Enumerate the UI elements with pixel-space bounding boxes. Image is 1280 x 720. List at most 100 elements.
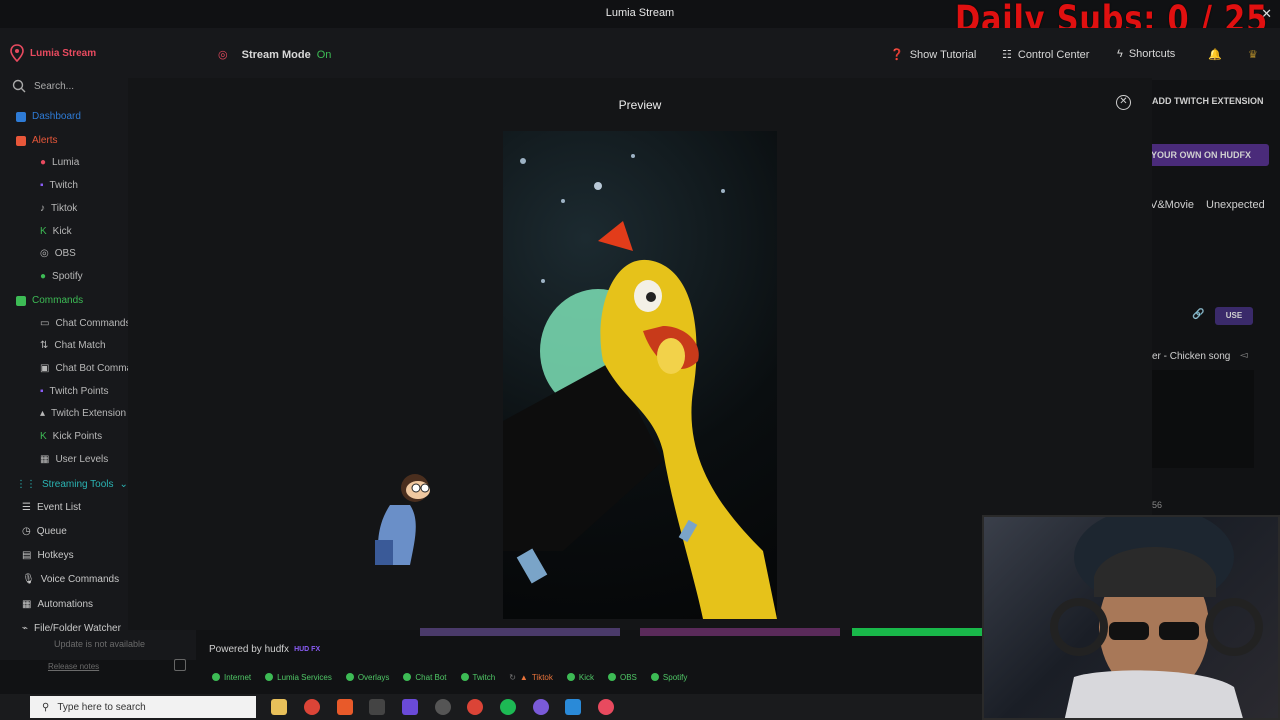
status-lumia-services: Lumia Services: [265, 673, 332, 682]
check-icon: [608, 673, 616, 681]
modal-close-icon[interactable]: ✕: [1116, 95, 1131, 110]
twitch-icon: ▪: [40, 386, 44, 397]
sidebar-item-chat-commands[interactable]: ▭ Chat Commands: [40, 318, 130, 329]
count-label: 56: [1152, 500, 1163, 510]
your-own-hudfx-button[interactable]: YOUR OWN ON HUDFX: [1145, 144, 1269, 166]
check-icon: [460, 673, 469, 681]
sidebar-item-dashboard[interactable]: Dashboard: [16, 111, 81, 122]
bell-icon[interactable]: 🔔: [1208, 48, 1222, 61]
dashboard-icon: [16, 111, 26, 122]
check-icon: [345, 673, 354, 681]
brand-name: Lumia Stream: [30, 47, 97, 59]
commands-icon: [16, 295, 26, 306]
thumbnail-strip: [852, 628, 982, 636]
twitch-icon: ▪: [40, 180, 44, 191]
taskbar-search[interactable]: ⚲ Type here to search: [30, 696, 256, 718]
sidebar-item-tiktok[interactable]: ♪ Tiktok: [40, 203, 77, 214]
search-icon: [12, 79, 26, 93]
match-icon: ⇅: [40, 340, 49, 351]
check-icon: [403, 673, 412, 681]
shortcuts-button[interactable]: ϟ Shortcuts: [1117, 48, 1175, 60]
lumia-taskbar-icon[interactable]: [598, 699, 614, 715]
app-icon[interactable]: [435, 699, 451, 715]
sidebar-item-streaming-tools[interactable]: ⋮⋮ Streaming Tools ⌄: [16, 479, 128, 490]
warning-icon: ▲: [519, 672, 528, 682]
sidebar-item-commands[interactable]: Commands: [16, 295, 83, 306]
help-icon: ❓: [890, 49, 904, 61]
crown-icon[interactable]: ♛: [1248, 48, 1258, 61]
app-icon[interactable]: [337, 699, 353, 715]
hotkeys-icon: ▤: [22, 550, 32, 561]
sidebar-item-alerts[interactable]: Alerts: [16, 135, 58, 146]
cartoon-character-sticker: [370, 470, 440, 575]
stream-mode-value: On: [316, 48, 332, 61]
spotify-icon: ●: [40, 271, 47, 282]
windows-taskbar: ⚲ Type here to search: [0, 694, 982, 720]
search-icon: ⚲: [42, 701, 50, 713]
search-placeholder: Search...: [34, 80, 75, 92]
chrome-icon[interactable]: [304, 699, 320, 715]
status-spotify: Spotify: [650, 673, 687, 682]
tools-icon: ⋮⋮: [16, 479, 36, 490]
use-button[interactable]: USE: [1215, 307, 1253, 325]
spotify-icon[interactable]: [500, 699, 516, 715]
release-notes-link[interactable]: Release notes: [48, 662, 99, 671]
sliders-icon: ☷: [1002, 49, 1012, 61]
sidebar-item-spotify[interactable]: ● Spotify: [40, 271, 83, 282]
sound-preview-tile[interactable]: [1152, 370, 1254, 468]
obs-icon: ◎: [40, 248, 49, 259]
status-obs: OBS: [608, 673, 637, 682]
alert-icon: [16, 135, 26, 146]
app-icon[interactable]: [402, 699, 418, 715]
sidebar-item-chat-match[interactable]: ⇅ Chat Match: [40, 340, 106, 351]
bot-icon: ▣: [40, 363, 50, 374]
status-twitch: Twitch: [460, 673, 495, 682]
sidebar-item-hotkeys[interactable]: ▤ Hotkeys: [22, 550, 74, 561]
levels-icon: ▦: [40, 454, 50, 465]
app-icon[interactable]: [369, 699, 385, 715]
update-status: Update is not available: [54, 639, 146, 649]
chrome-icon[interactable]: [467, 699, 483, 715]
sidebar-item-event-list[interactable]: ☰ Event List: [22, 502, 81, 513]
stream-mode-toggle[interactable]: ◎ Stream Mode On: [218, 48, 332, 62]
webcam-overlay: [982, 515, 1280, 720]
sidebar-item-twitch-extension[interactable]: ▴ Twitch Extension: [40, 408, 126, 419]
preview-video: [503, 131, 777, 619]
file-explorer-icon[interactable]: [271, 699, 287, 715]
show-tutorial-button[interactable]: ❓ Show Tutorial: [890, 48, 976, 62]
hudfx-badge: HUD FX: [294, 646, 321, 653]
sidebar-item-queue[interactable]: ◷ Queue: [22, 526, 67, 537]
status-kick: Kick: [566, 673, 594, 682]
control-center-button[interactable]: ☷ Control Center: [1002, 48, 1089, 62]
volume-icon: ◅: [1240, 350, 1248, 361]
song-title: er - Chicken song: [1152, 351, 1231, 362]
sidebar-item-voice-commands[interactable]: 🎙 Voice Commands: [22, 574, 119, 585]
sidebar-item-kick[interactable]: K Kick: [40, 226, 72, 237]
sidebar-item-chat-bot[interactable]: ▣ Chat Bot Comma: [40, 363, 132, 374]
sidebar-item-lumia[interactable]: ● Lumia: [40, 157, 79, 168]
tag-unexpected[interactable]: Unexpected: [1206, 199, 1265, 211]
folder-icon: ⌁: [22, 623, 29, 634]
status-chat-bot: Chat Bot: [403, 673, 447, 682]
discord-icon[interactable]: [533, 699, 549, 715]
sidebar-item-kick-points[interactable]: K Kick Points: [40, 431, 102, 442]
record-icon: ◎: [218, 49, 228, 61]
status-bar: Internet Lumia Services Overlays Chat Bo…: [196, 668, 982, 686]
link-icon[interactable]: 🔗: [1192, 309, 1204, 320]
sidebar-item-twitch-points[interactable]: ▪ Twitch Points: [40, 386, 108, 397]
rubber-chicken-image: [503, 154, 777, 619]
sidebar-item-user-levels[interactable]: ▦ User Levels: [40, 454, 108, 465]
sidebar-item-obs[interactable]: ◎ OBS: [40, 248, 76, 259]
sidebar-item-twitch[interactable]: ▪ Twitch: [40, 180, 78, 191]
check-icon: [650, 673, 659, 681]
tag-movie[interactable]: V&Movie: [1150, 199, 1194, 211]
thumbnail-strip: [420, 628, 620, 636]
brand-logo[interactable]: Lumia Stream: [10, 44, 96, 62]
collapse-sidebar-icon[interactable]: [174, 659, 186, 671]
app-icon[interactable]: [565, 699, 581, 715]
status-tiktok: ↻ ▲ Tiktok: [509, 672, 553, 682]
sidebar-item-automations[interactable]: ▦ Automations: [22, 599, 93, 610]
check-icon: [212, 673, 220, 681]
sidebar-item-file-watcher[interactable]: ⌁ File/Folder Watcher: [22, 623, 121, 634]
list-icon: ☰: [22, 502, 31, 513]
